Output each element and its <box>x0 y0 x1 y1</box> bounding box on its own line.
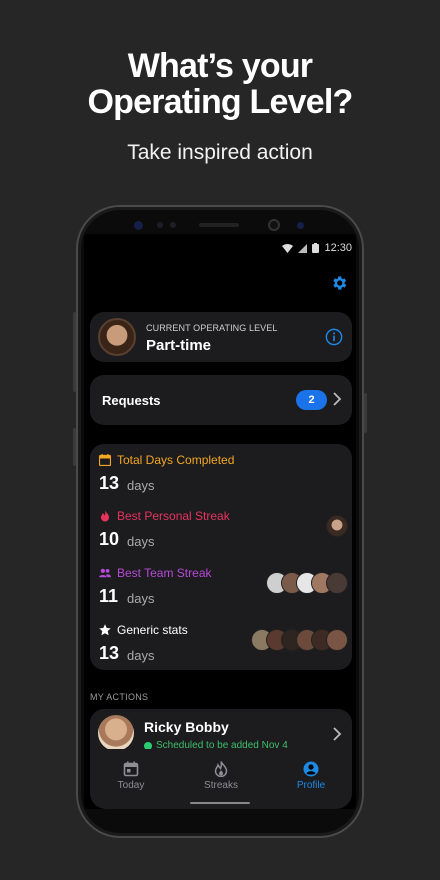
avatar <box>326 629 348 651</box>
stat-team-streak: Best Team Streak 11 days <box>90 566 352 622</box>
stat-unit: days <box>127 534 155 549</box>
stat-value: 11 <box>99 586 119 606</box>
stat-unit: days <box>127 591 155 606</box>
tab-label: Today <box>117 780 145 791</box>
stat-label: Generic stats <box>117 623 188 637</box>
headline-line-2: Operating Level? <box>87 83 354 121</box>
sensor <box>297 222 304 229</box>
wifi-icon <box>282 243 294 253</box>
status-time: 12:30 <box>324 242 352 254</box>
phone-screen: 12:30 CURRENT OPERATING LEVEL Part-time … <box>84 234 356 809</box>
phone-side-button <box>364 393 367 433</box>
bottom-tab-bar: Today Streaks Profile <box>90 749 352 809</box>
operating-level-card[interactable]: CURRENT OPERATING LEVEL Part-time <box>90 312 352 362</box>
home-indicator <box>190 802 250 804</box>
sensor <box>170 222 176 228</box>
people-icon <box>99 568 111 578</box>
requests-row[interactable]: Requests 2 <box>90 375 352 425</box>
avatar-stack <box>266 572 348 594</box>
operating-level-value: Part-time <box>146 337 212 354</box>
avatar <box>98 318 136 356</box>
tab-label: Streaks <box>204 780 238 791</box>
stat-value: 13 <box>99 643 120 663</box>
stat-unit: days <box>127 648 155 663</box>
calendar-icon <box>99 454 111 466</box>
flame-icon <box>101 510 109 522</box>
avatar <box>326 572 348 594</box>
gear-icon[interactable] <box>330 274 348 292</box>
person-icon <box>303 761 319 777</box>
requests-count-badge: 2 <box>296 390 327 410</box>
star-icon <box>99 624 111 636</box>
stat-label: Total Days Completed <box>117 453 235 467</box>
tab-label: Profile <box>296 780 326 791</box>
stat-generic: Generic stats 13 days <box>90 623 352 679</box>
avatar-stack <box>326 515 348 537</box>
stat-total-days: Total Days Completed 13 days <box>90 453 352 509</box>
stat-unit: days <box>127 478 155 493</box>
stat-label: Best Team Streak <box>117 566 212 580</box>
requests-label: Requests <box>102 393 161 408</box>
chevron-right-icon <box>333 392 342 406</box>
chevron-right-icon <box>333 727 342 741</box>
info-icon[interactable] <box>325 328 343 346</box>
stat-personal-streak: Best Personal Streak 10 days <box>90 509 352 565</box>
stat-value: 10 <box>99 529 120 549</box>
phone-speaker <box>199 223 239 227</box>
phone-side-button <box>73 312 76 392</box>
avatar <box>326 515 348 537</box>
promo-headline: What’s your Operating Level? <box>0 48 440 120</box>
avatar-stack <box>251 629 348 651</box>
flame-icon <box>214 761 228 777</box>
tab-profile[interactable]: Profile <box>276 761 346 791</box>
front-camera <box>268 219 280 231</box>
stat-label: Best Personal Streak <box>117 509 230 523</box>
phone-side-button <box>73 428 76 466</box>
action-person-name: Ricky Bobby <box>144 719 229 735</box>
stats-card: Total Days Completed 13 days Best Person… <box>90 444 352 670</box>
sensor <box>157 222 163 228</box>
tab-today[interactable]: Today <box>96 761 166 791</box>
battery-icon <box>312 243 320 253</box>
promo-subheadline: Take inspired action <box>127 141 313 164</box>
section-label-my-actions: MY ACTIONS <box>90 692 149 702</box>
calendar-icon <box>123 761 139 777</box>
stat-value: 13 <box>99 473 120 493</box>
signal-icon <box>298 243 308 253</box>
operating-level-caption: CURRENT OPERATING LEVEL <box>146 323 278 333</box>
headline-line-1: What’s your <box>127 47 313 85</box>
avatar <box>98 715 134 751</box>
status-bar: 12:30 <box>282 242 352 254</box>
front-camera <box>134 221 143 230</box>
tab-streaks[interactable]: Streaks <box>186 761 256 791</box>
